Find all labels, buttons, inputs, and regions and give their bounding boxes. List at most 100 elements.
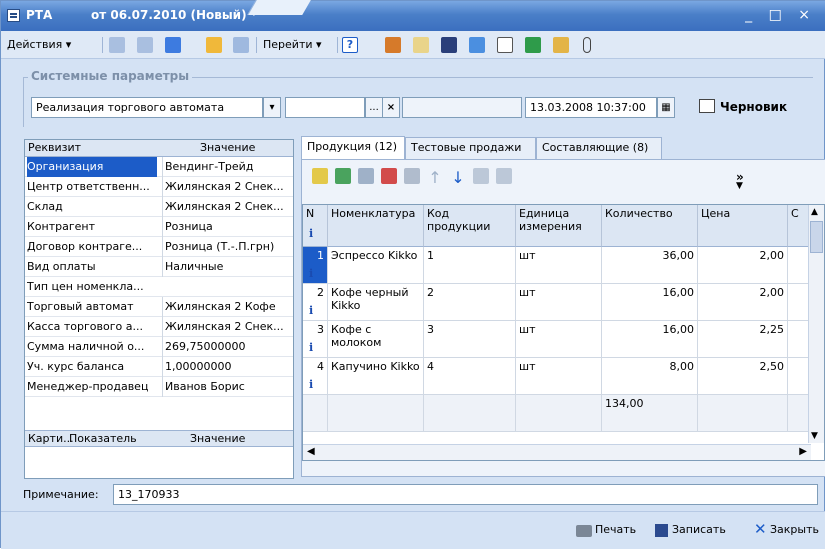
column-header[interactable]: Номенклатура [328, 205, 424, 247]
table-cell[interactable]: 4 [303, 358, 328, 395]
table-cell[interactable]: 16,00 [602, 284, 698, 321]
window-controls[interactable]: _ □ × [745, 7, 816, 23]
table-cell[interactable]: Кофе черный Kikko [328, 284, 424, 321]
attachments-icon[interactable] [553, 37, 569, 53]
requisite-row[interactable]: Организация Вендинг-Трейд [25, 157, 293, 177]
requisite-value[interactable]: Розница (Т.-.П.грн) [162, 237, 292, 257]
requisite-row[interactable]: Склад Жилянская 2 Снек... [25, 197, 293, 217]
move-down-icon[interactable]: ↓ [450, 168, 466, 187]
date-field[interactable]: 13.03.2008 10:37:00 [525, 97, 657, 118]
requisite-row[interactable]: Торговый автомат Жилянская 2 Кофе [25, 297, 293, 317]
structure-icon[interactable] [385, 37, 401, 53]
column-header[interactable]: Количество [602, 205, 698, 247]
actions-menu[interactable]: Действия ▾ [7, 36, 71, 54]
table-cell[interactable]: 1 [424, 247, 516, 284]
requisite-value[interactable]: Розница [162, 217, 292, 237]
paperclip-icon[interactable] [583, 37, 591, 53]
edit-row-icon[interactable] [404, 168, 420, 184]
table-cell[interactable]: 8,00 [602, 358, 698, 395]
copy-icon[interactable] [137, 37, 153, 53]
scroll-down-icon[interactable]: ▼ [811, 431, 818, 441]
journal-icon[interactable] [441, 37, 457, 53]
add-row-icon[interactable] [312, 168, 328, 184]
requisite-row[interactable]: Касса торгового а... Жилянская 2 Снек... [25, 317, 293, 337]
note-input[interactable]: 13_170933 [113, 484, 818, 505]
requisite-value[interactable]: Жилянская 2 Снек... [162, 197, 292, 217]
print-button[interactable]: Печать [595, 523, 636, 536]
requisite-value[interactable]: Вендинг-Трейд [162, 157, 292, 177]
requisite-row[interactable]: Сумма наличной о... 269,75000000 [25, 337, 293, 357]
requisite-row[interactable]: Уч. курс баланса 1,00000000 [25, 357, 293, 377]
table-cell[interactable]: 36,00 [602, 247, 698, 284]
close-button[interactable]: Закрыть [770, 523, 819, 536]
post-icon[interactable] [206, 37, 222, 53]
move-up-icon[interactable]: ↑ [427, 168, 443, 187]
table-cell[interactable]: 16,00 [602, 321, 698, 358]
table-cell[interactable]: шт [516, 284, 602, 321]
table-cell[interactable]: Эспрессо Kikko [328, 247, 424, 284]
scroll-right-icon[interactable]: ▶ [799, 446, 807, 457]
requisite-value[interactable]: Жилянская 2 Снек... [162, 317, 292, 337]
requisite-row[interactable]: Менеджер-продавец Иванов Борис [25, 377, 293, 397]
table-cell[interactable] [788, 321, 810, 358]
sort-asc-icon[interactable] [473, 168, 489, 184]
column-header[interactable]: N [303, 205, 328, 247]
table-cell[interactable]: 2,00 [698, 247, 788, 284]
scroll-left-icon[interactable]: ◀ [307, 446, 315, 457]
scroll-up-icon[interactable]: ▲ [811, 207, 818, 217]
requisite-row[interactable]: Тип цен номенкла... [25, 277, 293, 297]
save-button[interactable]: Записать [672, 523, 726, 536]
requisite-value[interactable]: 269,75000000 [162, 337, 292, 357]
chevron-down-icon[interactable]: ▼ [736, 181, 743, 191]
goto-menu[interactable]: Перейти ▾ [263, 36, 322, 54]
operation-type-select[interactable]: Реализация торгового автомата [31, 97, 263, 118]
select-button[interactable]: ... [365, 97, 383, 118]
table-cell[interactable] [788, 284, 810, 321]
table-cell[interactable]: 2,25 [698, 321, 788, 358]
add-subrow-icon[interactable] [335, 168, 351, 184]
copy-row-icon[interactable] [358, 168, 374, 184]
requisite-value[interactable]: Жилянская 2 Снек... [162, 177, 292, 197]
delete-row-icon[interactable] [381, 168, 397, 184]
tab-components[interactable]: Составляющие (8) [536, 137, 662, 159]
table-cell[interactable]: 3 [303, 321, 328, 358]
scroll-thumb[interactable] [810, 221, 823, 253]
requisite-row[interactable]: Вид оплаты Наличные [25, 257, 293, 277]
table-cell[interactable]: 3 [424, 321, 516, 358]
table-cell[interactable]: Кофе с молоком [328, 321, 424, 358]
add-icon[interactable] [109, 37, 125, 53]
movements-icon[interactable] [413, 37, 429, 53]
help-icon[interactable]: ? [342, 37, 358, 53]
requisite-value[interactable]: Иванов Борис [162, 377, 292, 397]
table-cell[interactable]: 4 [424, 358, 516, 395]
unpost-icon[interactable] [233, 37, 249, 53]
requisite-value[interactable]: Наличные [162, 257, 292, 277]
calculator-icon[interactable] [497, 37, 513, 53]
refresh-icon[interactable] [165, 37, 181, 53]
requisite-row[interactable]: Контрагент Розница [25, 217, 293, 237]
table-cell[interactable] [788, 358, 810, 395]
tab-test-sales[interactable]: Тестовые продажи [405, 137, 536, 159]
clear-button[interactable]: × [382, 97, 400, 118]
table-cell[interactable]: 2 [303, 284, 328, 321]
table-cell[interactable] [788, 247, 810, 284]
sort-desc-icon[interactable] [496, 168, 512, 184]
requisite-row[interactable]: Центр ответственн... Жилянская 2 Снек... [25, 177, 293, 197]
column-header[interactable]: Единица измерения [516, 205, 602, 247]
table-cell[interactable]: 2 [424, 284, 516, 321]
table-cell[interactable]: 1 [303, 247, 328, 284]
table-cell[interactable]: 2,50 [698, 358, 788, 395]
table-cell[interactable]: Капучино Kikko [328, 358, 424, 395]
based-on-icon[interactable] [469, 37, 485, 53]
requisite-row[interactable]: Договор контраге... Розница (Т.-.П.грн) [25, 237, 293, 257]
table-cell[interactable]: шт [516, 358, 602, 395]
requisite-value[interactable]: 1,00000000 [162, 357, 292, 377]
horizontal-scrollbar[interactable]: ◀ ▶ [303, 444, 811, 460]
column-header[interactable]: Код продукции [424, 205, 516, 247]
chevron-down-icon[interactable]: ▾ [263, 97, 281, 118]
table-cell[interactable]: шт [516, 247, 602, 284]
vertical-scrollbar[interactable]: ▲ ▼ [808, 205, 824, 443]
tab-products[interactable]: Продукция (12) [301, 136, 405, 160]
new-document-icon[interactable] [525, 37, 541, 53]
calendar-icon[interactable]: ▦ [657, 97, 675, 118]
